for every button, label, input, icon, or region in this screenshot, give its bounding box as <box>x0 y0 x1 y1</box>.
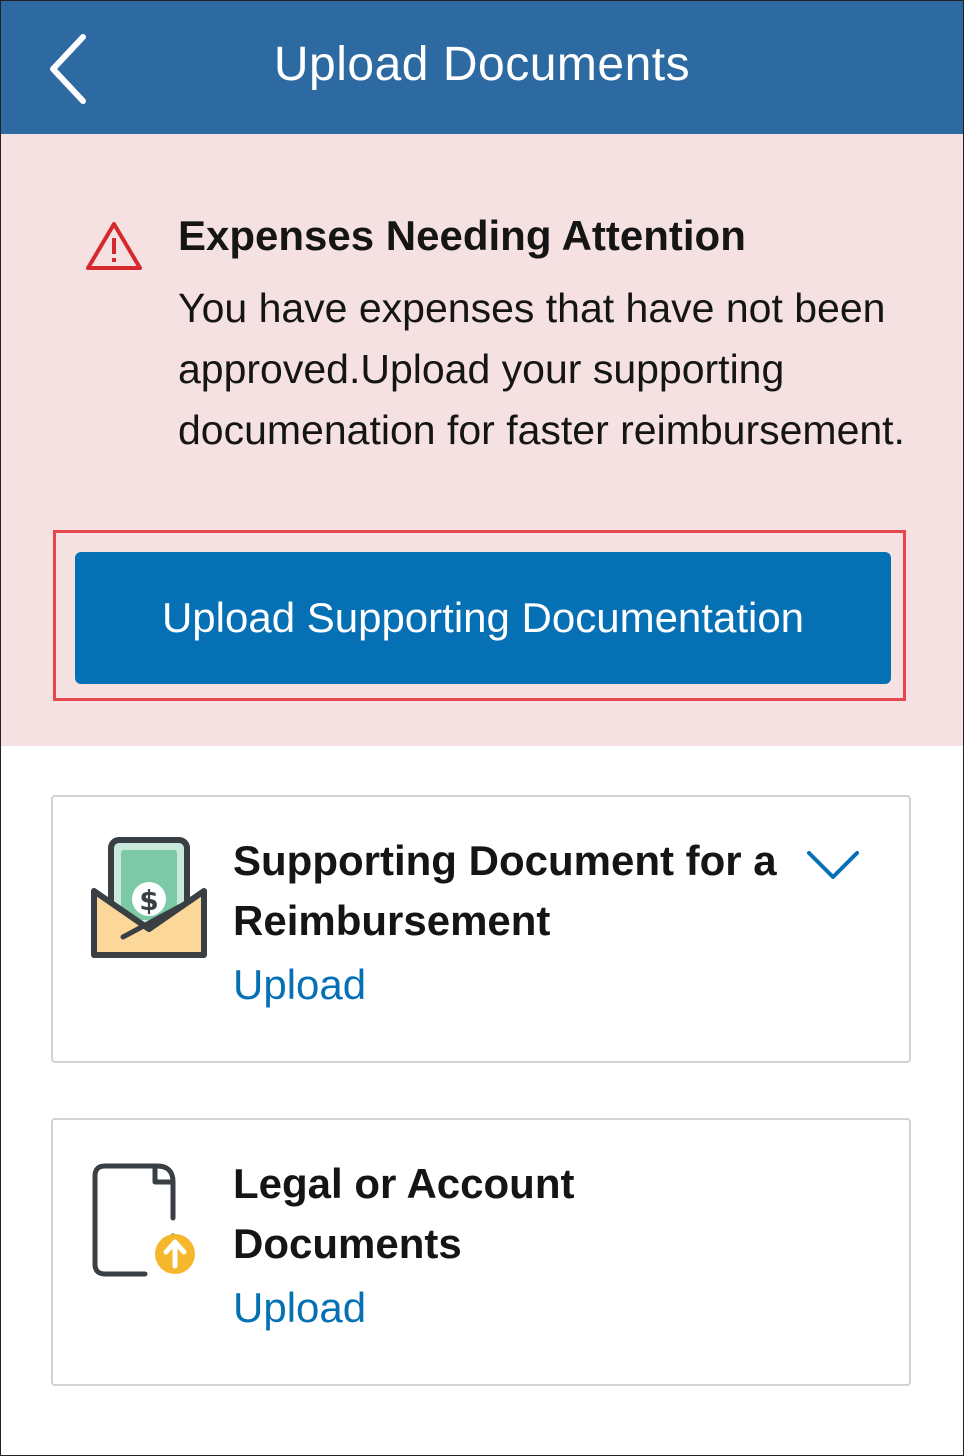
upload-link[interactable]: Upload <box>233 1284 366 1332</box>
app-screen: Upload Documents Expenses Needing Attent… <box>0 0 964 1456</box>
card-title: Supporting Document for a Reimbursement <box>233 837 777 944</box>
upload-supporting-documentation-button[interactable]: Upload Supporting Documentation <box>75 552 891 684</box>
card-title: Legal or Account Documents <box>233 1160 575 1267</box>
reimbursement-document-card[interactable]: $ Supporting Document for a Reimbursemen… <box>51 795 911 1063</box>
chevron-down-icon[interactable] <box>805 847 861 883</box>
legal-account-documents-card[interactable]: Legal or Account Documents Upload <box>51 1118 911 1386</box>
alert-message: You have expenses that have not been app… <box>178 285 905 453</box>
alert-title: Expenses Needing Attention <box>178 212 746 259</box>
header-bar: Upload Documents <box>1 1 963 134</box>
attention-banner: Expenses Needing Attention You have expe… <box>1 134 963 746</box>
page-title: Upload Documents <box>273 38 691 91</box>
envelope-money-icon: $ <box>91 837 207 958</box>
upload-link[interactable]: Upload <box>233 961 366 1009</box>
svg-text:$: $ <box>139 884 158 917</box>
warning-triangle-icon <box>86 222 142 270</box>
document-upload-icon <box>92 1163 195 1277</box>
